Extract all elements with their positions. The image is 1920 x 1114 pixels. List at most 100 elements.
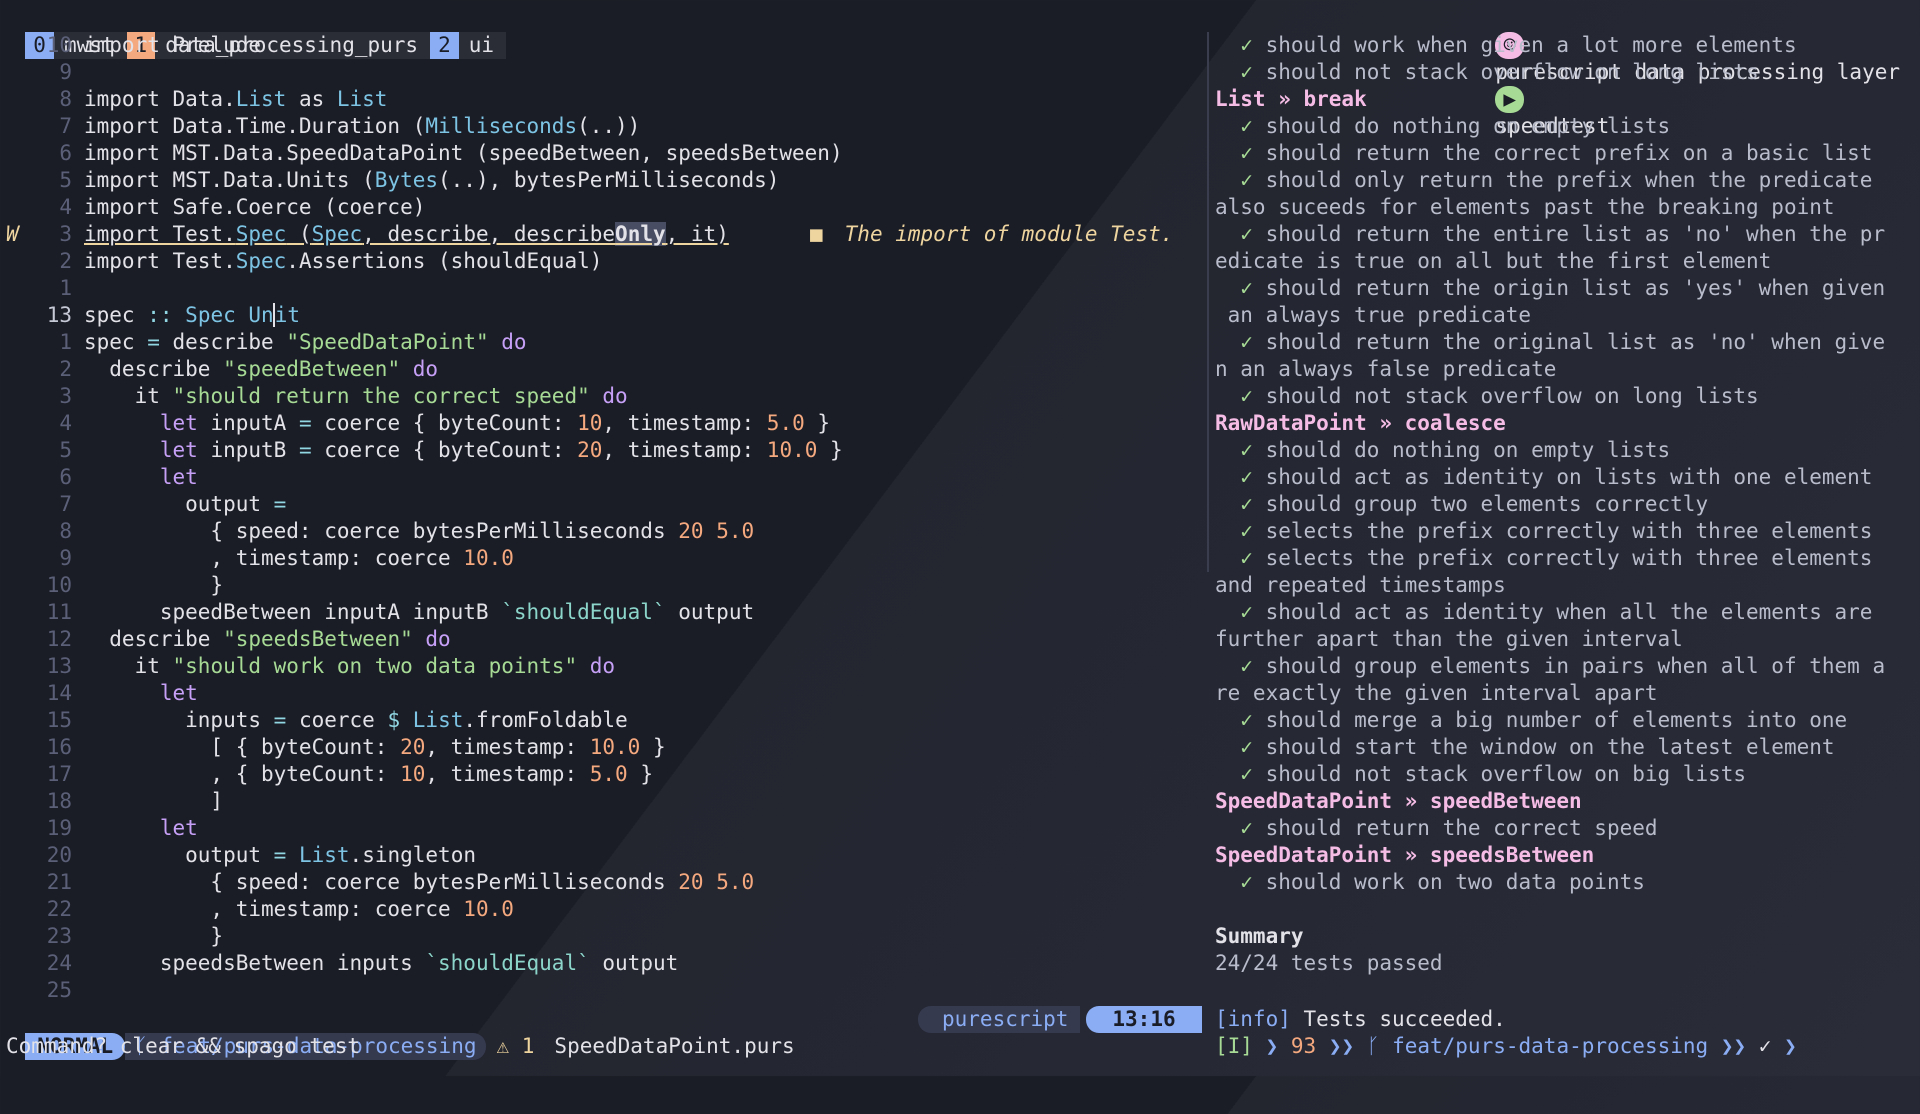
cursor-position: 13:16 [1086, 1006, 1202, 1033]
code-line[interactable]: it "should return the correct speed" do [84, 383, 628, 410]
line-number: 13 [46, 303, 72, 327]
test-result-info: [info] Tests succeeded. [1215, 1006, 1506, 1033]
terminal-icon: ▶ [1495, 86, 1525, 113]
line-number: 11 [46, 600, 72, 624]
prompt-branch: feat/purs-data-processing [1392, 1034, 1709, 1058]
line-number: 20 [46, 843, 72, 867]
code-line[interactable]: spec = describe "SpeedDataPoint" do [84, 329, 527, 356]
test-result-line: ✓ should not stack overflow on long list… [1215, 60, 1759, 84]
shell-prompt[interactable]: [I] ❯ 93 ❯❯ ᚴ feat/purs-data-processing … [1215, 1033, 1797, 1060]
line-number: 16 [46, 735, 72, 759]
code-line[interactable]: describe "speedBetween" do [84, 356, 438, 383]
test-result-line: ✓ should return the correct speed [1215, 816, 1658, 840]
warning-sign[interactable]: W [6, 221, 19, 248]
check-icon: ✓ [1215, 438, 1266, 462]
status-line: NORMAL ᚴ feat/purs-data-processing ⚠ 1 Spee… [0, 1006, 1205, 1060]
line-number: 10 [46, 33, 72, 57]
code-line[interactable]: [ { byteCount: 20, timestamp: 10.0 } [84, 734, 665, 761]
check-icon: ✓ [1215, 762, 1266, 786]
info-tag: [info] [1215, 1007, 1291, 1031]
test-result-line: ✓ should return the correct prefix on a … [1215, 141, 1873, 165]
prompt-arrow: ❯ [1265, 1034, 1279, 1058]
code-line[interactable]: , timestamp: coerce 10.0 [84, 896, 513, 923]
test-result-line: ✓ selects the prefix correctly with thre… [1215, 519, 1873, 543]
code-line[interactable]: speedBetween inputA inputB `shouldEqual`… [84, 599, 754, 626]
line-number: 24 [46, 951, 72, 975]
warning-square-icon: ■ [810, 222, 823, 246]
prompt-mode: [I] [1215, 1034, 1253, 1058]
line-number: 8 [59, 87, 72, 111]
test-result-line: ✓ should work on two data points [1215, 870, 1645, 894]
test-result-line: ✓ should act as identity on lists with o… [1215, 465, 1873, 489]
code-line[interactable]: inputs = coerce $ List.fromFoldable [84, 707, 628, 734]
check-icon: ✓ [1215, 600, 1266, 624]
check-icon: ✓ [1215, 222, 1266, 246]
test-suite-heading: List » break [1215, 87, 1367, 111]
code-line[interactable]: let [84, 680, 198, 707]
line-number: 21 [46, 870, 72, 894]
code-line[interactable]: output = List.singleton [84, 842, 476, 869]
test-output-text: and repeated timestamps [1215, 573, 1506, 597]
check-icon: ✓ [1215, 870, 1266, 894]
test-output-text: edicate is true on all but the first ele… [1215, 249, 1772, 273]
test-result-line: ✓ should merge a big number of elements … [1215, 708, 1848, 732]
code-line[interactable]: describe "speedsBetween" do [84, 626, 450, 653]
warning-count[interactable]: ⚠ 1 [486, 1033, 544, 1060]
code-line[interactable]: speedsBetween inputs `shouldEqual` outpu… [84, 950, 678, 977]
pane-divider[interactable] [1207, 32, 1209, 572]
code-line[interactable]: , timestamp: coerce 10.0 [84, 545, 513, 572]
code-line[interactable]: import Test.Spec (Spec, describe, descri… [84, 221, 729, 248]
summary-heading: Summary [1215, 924, 1304, 948]
check-icon: ✓ [1215, 735, 1266, 759]
code-line[interactable]: spec :: Spec Unit [84, 302, 300, 329]
check-icon: ✓ [1215, 330, 1266, 354]
test-result-line: ✓ should return the origin list as 'yes'… [1215, 276, 1886, 300]
line-number: 6 [59, 465, 72, 489]
code-line[interactable]: import Safe.Coerce (coerce) [84, 194, 425, 221]
code-editor[interactable]: 10 import Prelude 9 8 import Data.List as Li… [0, 32, 1205, 1002]
code-line[interactable]: output = [84, 491, 286, 518]
file-type: purescript [918, 1006, 1081, 1033]
code-line[interactable]: import Prelude [84, 32, 261, 59]
line-number: 5 [59, 168, 72, 192]
code-line[interactable]: import MST.Data.Units (Bytes(..), bytesP… [84, 167, 779, 194]
code-line[interactable]: ] [84, 788, 223, 815]
line-number: 7 [59, 492, 72, 516]
line-number: 2 [59, 357, 72, 381]
code-line[interactable]: let inputB = coerce { byteCount: 20, tim… [84, 437, 843, 464]
test-result-line: ✓ should group elements in pairs when al… [1215, 654, 1886, 678]
code-line[interactable]: let [84, 464, 198, 491]
check-icon: ✓ [1215, 519, 1266, 543]
test-result-line: ✓ should start the window on the latest … [1215, 735, 1835, 759]
line-number: 1 [59, 276, 72, 300]
diagnostic-message: The import of module Test. [844, 222, 1174, 246]
code-line[interactable]: let [84, 815, 198, 842]
code-line[interactable]: , { byteCount: 10, timestamp: 5.0 } [84, 761, 653, 788]
test-suite-heading: RawDataPoint » coalesce [1215, 411, 1506, 435]
line-number: 10 [46, 573, 72, 597]
check-icon: ✓ [1215, 654, 1266, 678]
test-result-line: ✓ should do nothing on empty lists [1215, 114, 1671, 138]
line-number: 14 [46, 681, 72, 705]
code-line[interactable]: it "should work on two data points" do [84, 653, 615, 680]
code-line[interactable]: import Data.List as List [84, 86, 387, 113]
line-number: 5 [59, 438, 72, 462]
test-output-text: re exactly the given interval apart [1215, 681, 1658, 705]
line-number: 7 [59, 114, 72, 138]
command-line[interactable]: Command? clear && spago test [6, 1033, 360, 1060]
test-suite-heading: SpeedDataPoint » speedBetween [1215, 789, 1582, 813]
code-line[interactable]: import Test.Spec.Assertions (shouldEqual… [84, 248, 602, 275]
test-output-text: also suceeds for elements past the break… [1215, 195, 1835, 219]
code-line[interactable]: import Data.Time.Duration (Milliseconds(… [84, 113, 640, 140]
code-line[interactable]: { speed: coerce bytesPerMilliseconds 20 … [84, 869, 754, 896]
code-line[interactable]: { speed: coerce bytesPerMilliseconds 20 … [84, 518, 754, 545]
test-result-line: ✓ should not stack overflow on long list… [1215, 384, 1759, 408]
check-icon: ✓ [1215, 708, 1266, 732]
code-line[interactable]: } [84, 923, 223, 950]
code-line[interactable]: } [84, 572, 223, 599]
code-line[interactable]: let inputA = coerce { byteCount: 10, tim… [84, 410, 830, 437]
check-icon: ✓ [1215, 546, 1266, 570]
diagnostic-virtual-text: ■ The import of module Test. [810, 221, 1173, 248]
code-line[interactable]: import MST.Data.SpeedDataPoint (speedBet… [84, 140, 843, 167]
test-result-line: ✓ should work when given a lot more elem… [1215, 33, 1797, 57]
